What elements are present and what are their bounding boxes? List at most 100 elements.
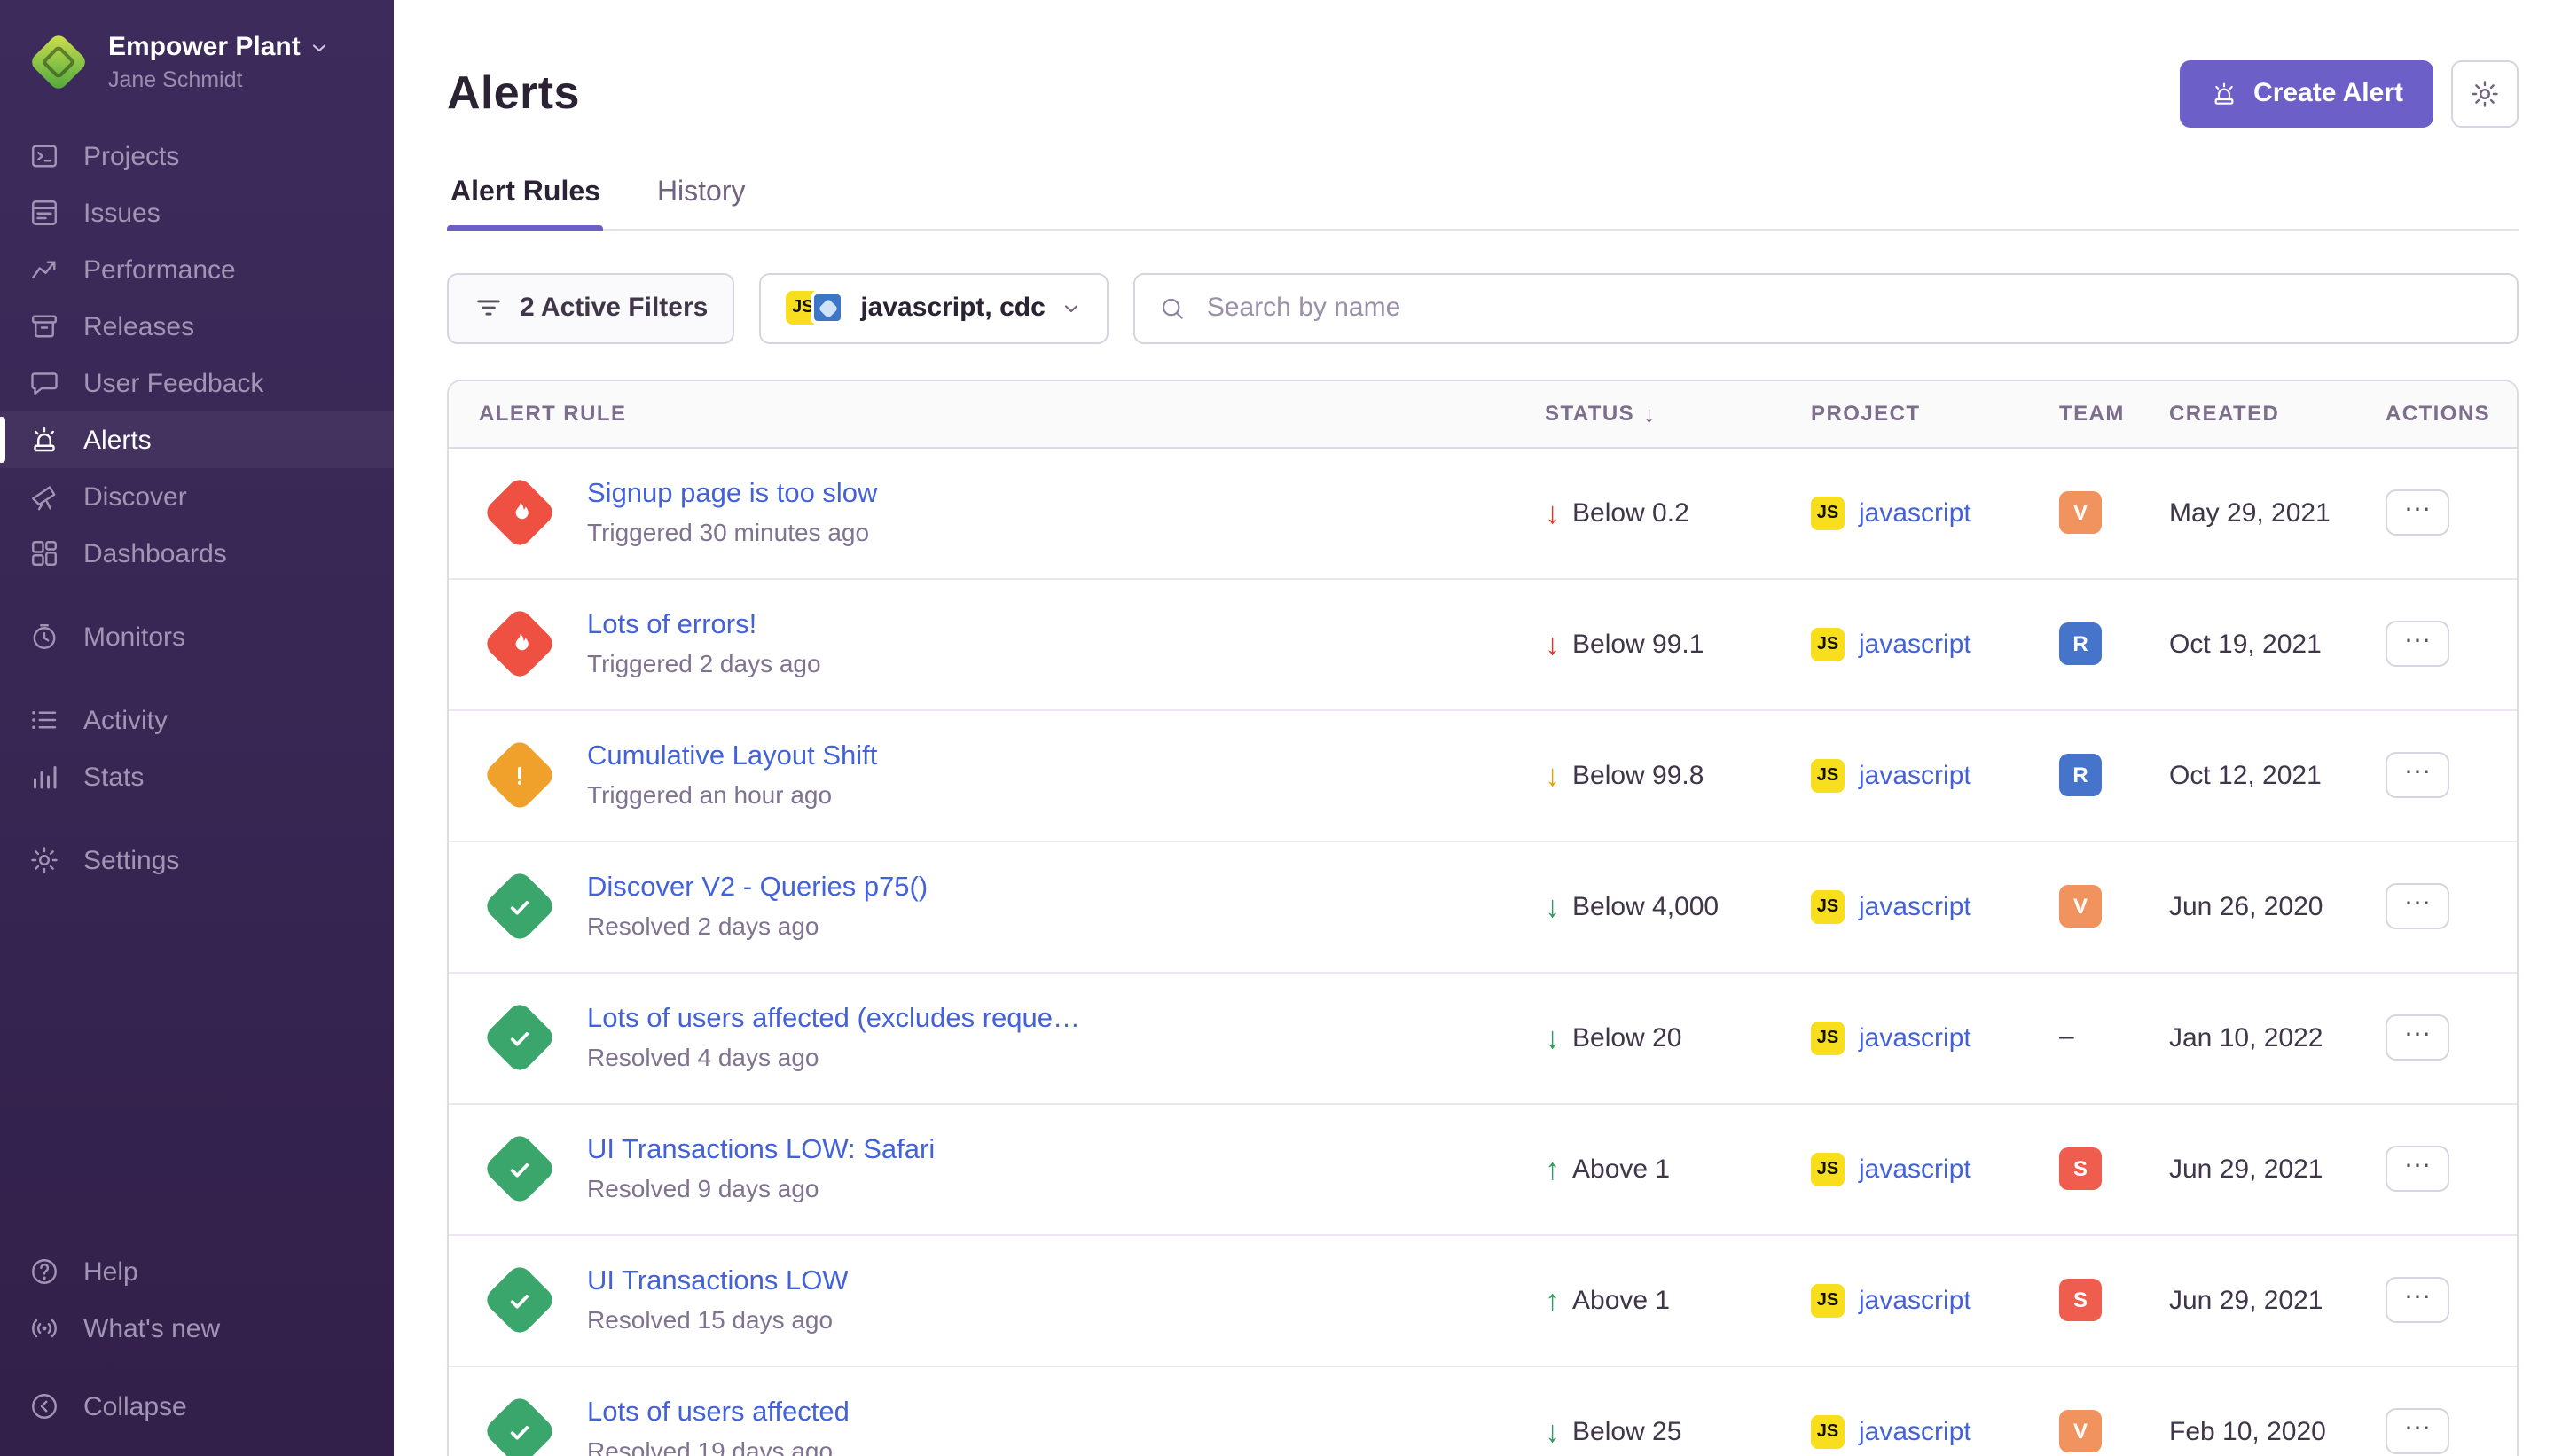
- column-header-rule[interactable]: ALERT RULE: [449, 402, 1545, 427]
- project-link[interactable]: javascript: [1859, 761, 1971, 791]
- column-header-team[interactable]: TEAM: [2059, 402, 2169, 427]
- row-actions-button[interactable]: ⋯: [2386, 1147, 2449, 1193]
- row-actions-button[interactable]: ⋯: [2386, 1409, 2449, 1455]
- alert-rule-text: Lots of users affectedResolved 19 days a…: [587, 1398, 850, 1456]
- main-content: Alerts Create Alert Alert Rules History …: [394, 0, 2554, 1456]
- team-cell: –: [2059, 1022, 2169, 1054]
- search-box: [1134, 273, 2519, 344]
- row-actions-button[interactable]: ⋯: [2386, 1015, 2449, 1061]
- sidebar-item-label: Activity: [83, 705, 168, 735]
- project-link[interactable]: javascript: [1859, 1417, 1971, 1447]
- sidebar-item-stats[interactable]: Stats: [0, 748, 394, 805]
- sidebar-item-label: Performance: [83, 254, 236, 285]
- created-cell: Jun 29, 2021: [2169, 1286, 2386, 1316]
- project-link[interactable]: javascript: [1859, 1023, 1971, 1053]
- sidebar-item-help[interactable]: Help: [0, 1243, 394, 1300]
- sidebar-item-releases[interactable]: Releases: [0, 298, 394, 355]
- actions-cell: ⋯: [2386, 1015, 2517, 1061]
- actions-cell: ⋯: [2386, 753, 2517, 799]
- table-row: Cumulative Layout ShiftTriggered an hour…: [449, 711, 2517, 842]
- table-row: Lots of users affectedResolved 19 days a…: [449, 1367, 2517, 1456]
- sidebar-item-settings[interactable]: Settings: [0, 832, 394, 888]
- settings-gear-button[interactable]: [2451, 60, 2519, 128]
- alert-rule-link[interactable]: Discover V2 - Queries p75(): [587, 873, 928, 905]
- column-header-created[interactable]: CREATED: [2169, 402, 2386, 427]
- sidebar-item-discover[interactable]: Discover: [0, 468, 394, 525]
- monitors-icon: [28, 621, 60, 653]
- status-cell: ↓Below 25: [1545, 1417, 1811, 1447]
- alert-rule-text: UI Transactions LOW Resolved 15 days ago: [587, 1267, 849, 1335]
- project-cell: JSjavascript: [1811, 1284, 2059, 1318]
- sidebar-item-user-feedback[interactable]: User Feedback: [0, 355, 394, 411]
- table-row: UI Transactions LOWResolved 15 days ago↑…: [449, 1236, 2517, 1367]
- sidebar-item-label: User Feedback: [83, 368, 263, 398]
- org-switcher[interactable]: Empower Plant Jane Schmidt: [0, 25, 394, 110]
- search-input[interactable]: [1203, 292, 2494, 325]
- team-avatar: S: [2059, 1148, 2102, 1191]
- alert-rule-link[interactable]: Lots of users affected: [587, 1398, 850, 1430]
- sidebar-item-activity[interactable]: Activity: [0, 692, 394, 748]
- row-actions-button[interactable]: ⋯: [2386, 753, 2449, 799]
- stats-icon: [28, 761, 60, 793]
- created-cell: Jan 10, 2022: [2169, 1023, 2386, 1053]
- row-actions-button[interactable]: ⋯: [2386, 884, 2449, 930]
- project-cell: JSjavascript: [1811, 628, 2059, 661]
- sidebar-item-what-s-new[interactable]: What's new: [0, 1300, 394, 1357]
- alert-rule-link[interactable]: UI Transactions LOW: Safari: [587, 1136, 935, 1168]
- project-link[interactable]: javascript: [1859, 498, 1971, 528]
- sidebar-item-label: Projects: [83, 141, 179, 171]
- sidebar-item-collapse[interactable]: Collapse: [0, 1378, 394, 1435]
- nav-group: Settings: [0, 832, 394, 888]
- org-meta: Empower Plant Jane Schmidt: [108, 32, 331, 92]
- tab-alert-rules[interactable]: Alert Rules: [447, 174, 604, 229]
- column-header-project[interactable]: PROJECT: [1811, 402, 2059, 427]
- alert-rule-text: Signup page is too slowTriggered 30 minu…: [587, 480, 877, 547]
- org-user: Jane Schmidt: [108, 67, 331, 92]
- sidebar: Empower Plant Jane Schmidt Projects Issue…: [0, 0, 394, 1456]
- project-cell: JSjavascript: [1811, 1022, 2059, 1055]
- project-link[interactable]: javascript: [1859, 892, 1971, 922]
- status-cell: ↓Below 0.2: [1545, 498, 1811, 528]
- row-actions-button[interactable]: ⋯: [2386, 490, 2449, 536]
- column-header-status[interactable]: STATUS↓: [1545, 401, 1811, 427]
- filter-icon: [474, 294, 504, 324]
- alert-rule-subtitle: Resolved 2 days ago: [587, 912, 928, 941]
- project-cell: JSjavascript: [1811, 759, 2059, 793]
- sidebar-item-monitors[interactable]: Monitors: [0, 608, 394, 665]
- status-label: Above 1: [1572, 1155, 1670, 1185]
- sidebar-item-issues[interactable]: Issues: [0, 184, 394, 241]
- resolved-icon: [482, 1394, 558, 1456]
- project-selector[interactable]: JS javascript, cdc: [759, 273, 1109, 344]
- tab-history[interactable]: History: [654, 174, 749, 229]
- nav-group: Activity Stats: [0, 692, 394, 805]
- alert-rule-link[interactable]: UI Transactions LOW: [587, 1267, 849, 1299]
- actions-cell: ⋯: [2386, 1147, 2517, 1193]
- sidebar-item-performance[interactable]: Performance: [0, 241, 394, 298]
- status-label: Below 20: [1572, 1023, 1681, 1053]
- active-filters-button[interactable]: 2 Active Filters: [447, 273, 734, 344]
- sidebar-item-label: Stats: [83, 762, 144, 792]
- alert-rule-link[interactable]: Signup page is too slow: [587, 480, 877, 512]
- alert-rule-link[interactable]: Lots of errors!: [587, 611, 821, 643]
- sidebar-item-dashboards[interactable]: Dashboards: [0, 525, 394, 582]
- project-link[interactable]: javascript: [1859, 630, 1971, 660]
- sidebar-item-label: Collapse: [83, 1391, 187, 1421]
- status-down-arrow-icon: ↓: [1545, 1023, 1560, 1053]
- create-alert-button[interactable]: Create Alert: [2179, 60, 2433, 128]
- project-link[interactable]: javascript: [1859, 1286, 1971, 1316]
- status-label: Above 1: [1572, 1286, 1670, 1316]
- row-actions-button[interactable]: ⋯: [2386, 1278, 2449, 1324]
- row-actions-button[interactable]: ⋯: [2386, 622, 2449, 668]
- alert-rule-link[interactable]: Cumulative Layout Shift: [587, 742, 877, 774]
- sidebar-item-alerts[interactable]: Alerts: [0, 411, 394, 468]
- status-label: Below 4,000: [1572, 892, 1719, 922]
- warning-icon: [482, 738, 558, 813]
- column-header-actions[interactable]: ACTIONS: [2386, 402, 2517, 427]
- project-link[interactable]: javascript: [1859, 1155, 1971, 1185]
- team-none: –: [2059, 1022, 2074, 1053]
- team-avatar: S: [2059, 1280, 2102, 1322]
- alert-rule-link[interactable]: Lots of users affected (excludes reque…: [587, 1005, 1080, 1037]
- alert-rule-subtitle: Resolved 15 days ago: [587, 1306, 849, 1335]
- sidebar-item-projects[interactable]: Projects: [0, 128, 394, 184]
- sidebar-item-label: Releases: [83, 311, 194, 341]
